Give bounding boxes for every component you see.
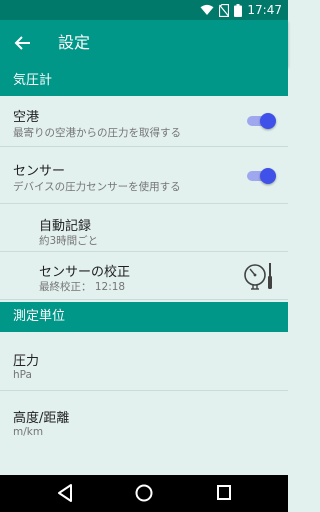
sensor-toggle[interactable] — [247, 168, 276, 184]
home-nav-icon[interactable] — [134, 483, 154, 503]
section-header-units: 測定単位 — [0, 302, 288, 332]
setting-title: 空港 — [13, 110, 40, 125]
setting-airport[interactable]: 空港 最寄りの空港からの圧力を取得する — [0, 96, 288, 147]
page-title: 設定 — [58, 33, 91, 52]
setting-auto-record[interactable]: 自動記録 約3時間ごと — [0, 204, 288, 252]
setting-sensor[interactable]: センサー デバイスの圧力センサーを使用する — [0, 147, 288, 204]
navigation-bar — [0, 475, 288, 512]
setting-title: 高度/距離 — [13, 411, 70, 426]
no-sim-icon — [219, 3, 230, 17]
setting-altitude-distance-unit[interactable]: 高度/距離 m/km — [0, 391, 288, 447]
app-bar: 設定 — [0, 20, 288, 66]
clock: 17:47 — [247, 3, 282, 17]
setting-summary: 最寄りの空港からの圧力を取得する — [13, 127, 181, 139]
setting-title: センサー — [13, 164, 66, 179]
setting-summary: 最終校正： 12:18 — [39, 281, 126, 293]
status-icons: 17:47 — [200, 2, 282, 18]
setting-summary: hPa — [13, 369, 32, 381]
settings-list[interactable]: 気圧計 空港 最寄りの空港からの圧力を取得する センサー デバイスの圧力センサー… — [0, 66, 288, 475]
back-nav-icon[interactable] — [56, 483, 74, 503]
recents-nav-icon[interactable] — [216, 483, 232, 503]
wifi-icon — [200, 4, 214, 15]
airport-toggle[interactable] — [247, 113, 276, 129]
section-header-barometer: 気圧計 — [0, 66, 288, 96]
setting-title: センサーの校正 — [39, 265, 131, 280]
setting-pressure-unit[interactable]: 圧力 hPa — [0, 332, 288, 391]
arrow-back-icon[interactable] — [10, 30, 36, 56]
setting-summary: 約3時間ごと — [39, 235, 99, 247]
status-bar: 17:47 — [0, 0, 288, 20]
gauge-calibration-icon[interactable] — [242, 260, 276, 292]
battery-icon — [234, 3, 243, 17]
setting-title: 圧力 — [13, 354, 40, 369]
setting-summary: デバイスの圧力センサーを使用する — [13, 181, 181, 193]
setting-summary: m/km — [13, 426, 44, 438]
setting-sensor-calibration[interactable]: センサーの校正 最終校正： 12:18 — [0, 252, 288, 300]
setting-title: 自動記録 — [39, 219, 92, 234]
